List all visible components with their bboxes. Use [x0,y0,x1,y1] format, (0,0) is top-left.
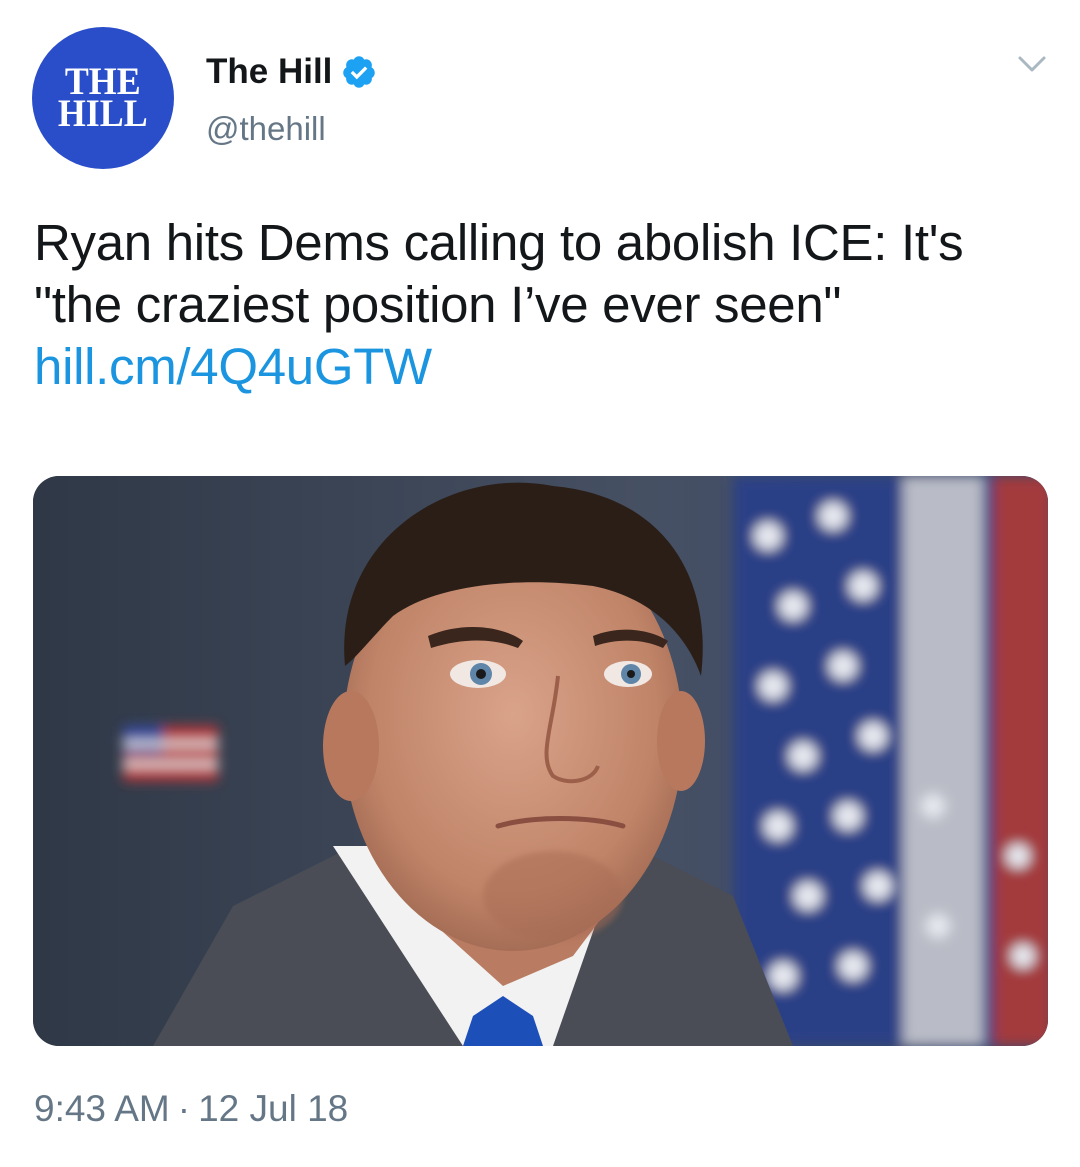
display-name[interactable]: The Hill [206,52,332,92]
verified-badge-icon [341,54,377,90]
chevron-down-icon[interactable] [1014,52,1050,76]
tweet-link[interactable]: hill.cm/4Q4uGTW [34,338,432,395]
tweet-time: 9:43 AM [34,1088,170,1129]
tweet-body: Ryan hits Dems calling to abolish ICE: I… [34,214,964,333]
avatar[interactable]: THE HILL [32,27,174,169]
timestamp-separator: · [177,1088,191,1129]
tweet-card: THE HILL The Hill @thehill Ryan hits Dem… [0,0,1080,1167]
tweet-media-photo[interactable] [33,476,1048,1046]
author-name-row: The Hill [206,50,377,94]
photo-illustration [33,476,1048,1046]
avatar-logo-line2: HILL [58,92,148,135]
author-handle[interactable]: @thehill [206,110,326,148]
tweet-text: Ryan hits Dems calling to abolish ICE: I… [34,212,1054,398]
avatar-logo: THE HILL [58,62,148,135]
tweet-date: 12 Jul 18 [198,1088,349,1129]
tweet-timestamp[interactable]: 9:43 AM · 12 Jul 18 [34,1088,348,1130]
